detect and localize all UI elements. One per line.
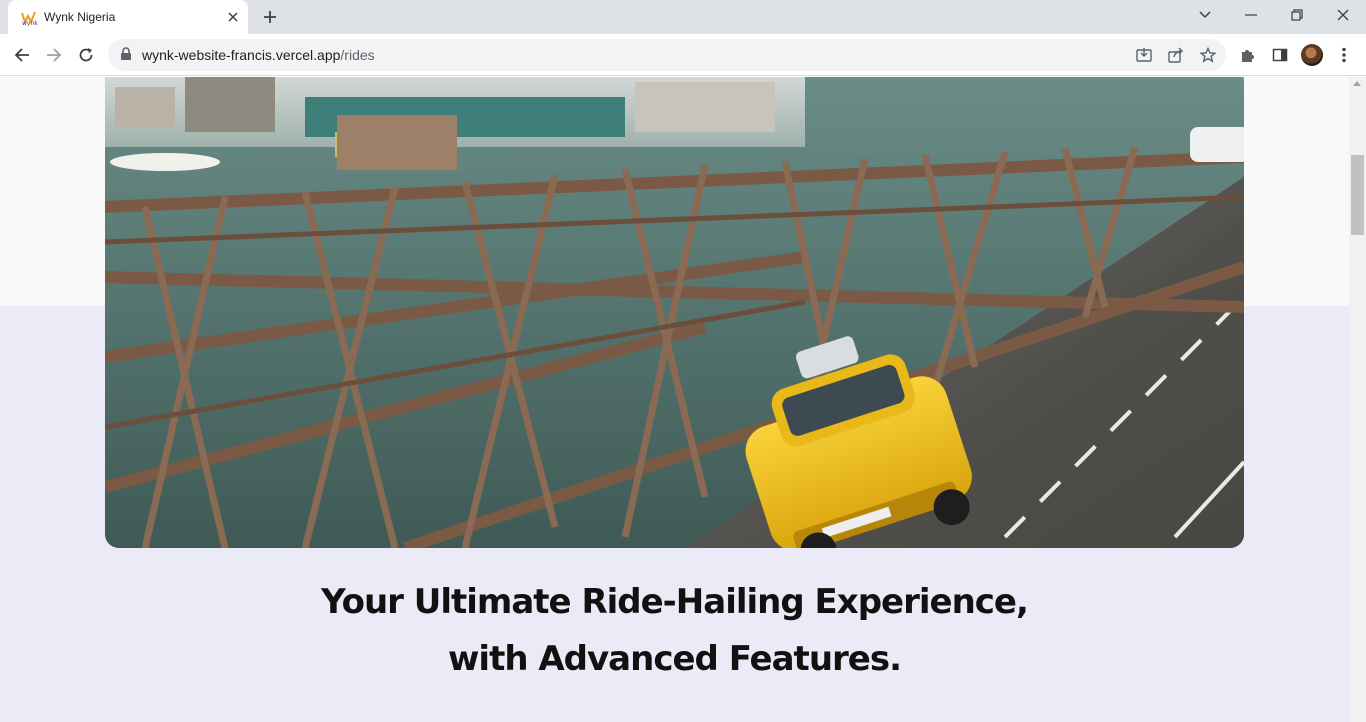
scrollbar-thumb[interactable]	[1351, 155, 1364, 235]
back-button[interactable]	[8, 41, 36, 69]
install-app-icon[interactable]	[1134, 45, 1154, 65]
minimize-window-button[interactable]	[1228, 0, 1274, 30]
profile-avatar[interactable]	[1301, 44, 1323, 66]
scroll-up-arrow-icon[interactable]	[1353, 81, 1361, 86]
share-icon[interactable]	[1166, 45, 1186, 65]
svg-text:wynk: wynk	[22, 20, 38, 26]
tab-strip: wynk Wynk Nigeria	[0, 0, 1366, 34]
tab-title: Wynk Nigeria	[44, 10, 116, 24]
restore-window-button[interactable]	[1274, 0, 1320, 30]
more-menu-icon[interactable]	[1333, 44, 1355, 66]
page-scrollbar[interactable]	[1349, 77, 1366, 722]
extensions-puzzle-icon[interactable]	[1237, 44, 1259, 66]
browser-window: wynk Wynk Nigeria wynk-website-francis.v…	[0, 0, 1366, 722]
url-text[interactable]: wynk-website-francis.vercel.app/rides	[142, 47, 375, 63]
page-headline-line2: with Advanced Features.	[448, 639, 902, 679]
address-bar[interactable]: wynk-website-francis.vercel.app/rides	[108, 39, 1226, 71]
side-panel-icon[interactable]	[1269, 44, 1291, 66]
tab-search-chevron-icon[interactable]	[1182, 0, 1228, 30]
page-headline-line1: Your Ultimate Ride-Hailing Experience,	[321, 582, 1029, 622]
bookmark-star-icon[interactable]	[1198, 45, 1218, 65]
hero-image-bridge-taxi	[105, 77, 1244, 548]
page-viewport: Your Ultimate Ride-Hailing Experience, w…	[0, 77, 1349, 722]
lock-icon[interactable]	[120, 47, 132, 66]
new-tab-button[interactable]	[258, 6, 282, 28]
browser-toolbar: wynk-website-francis.vercel.app/rides	[0, 34, 1366, 76]
wynk-logo-icon: wynk	[20, 8, 38, 27]
reload-button[interactable]	[72, 41, 100, 69]
close-tab-icon[interactable]	[224, 8, 242, 26]
close-window-button[interactable]	[1320, 0, 1366, 30]
url-path: /rides	[340, 47, 375, 63]
url-host: wynk-website-francis.vercel.app	[142, 47, 341, 63]
forward-button[interactable]	[40, 41, 68, 69]
tab-wynk-nigeria[interactable]: wynk Wynk Nigeria	[8, 0, 248, 34]
